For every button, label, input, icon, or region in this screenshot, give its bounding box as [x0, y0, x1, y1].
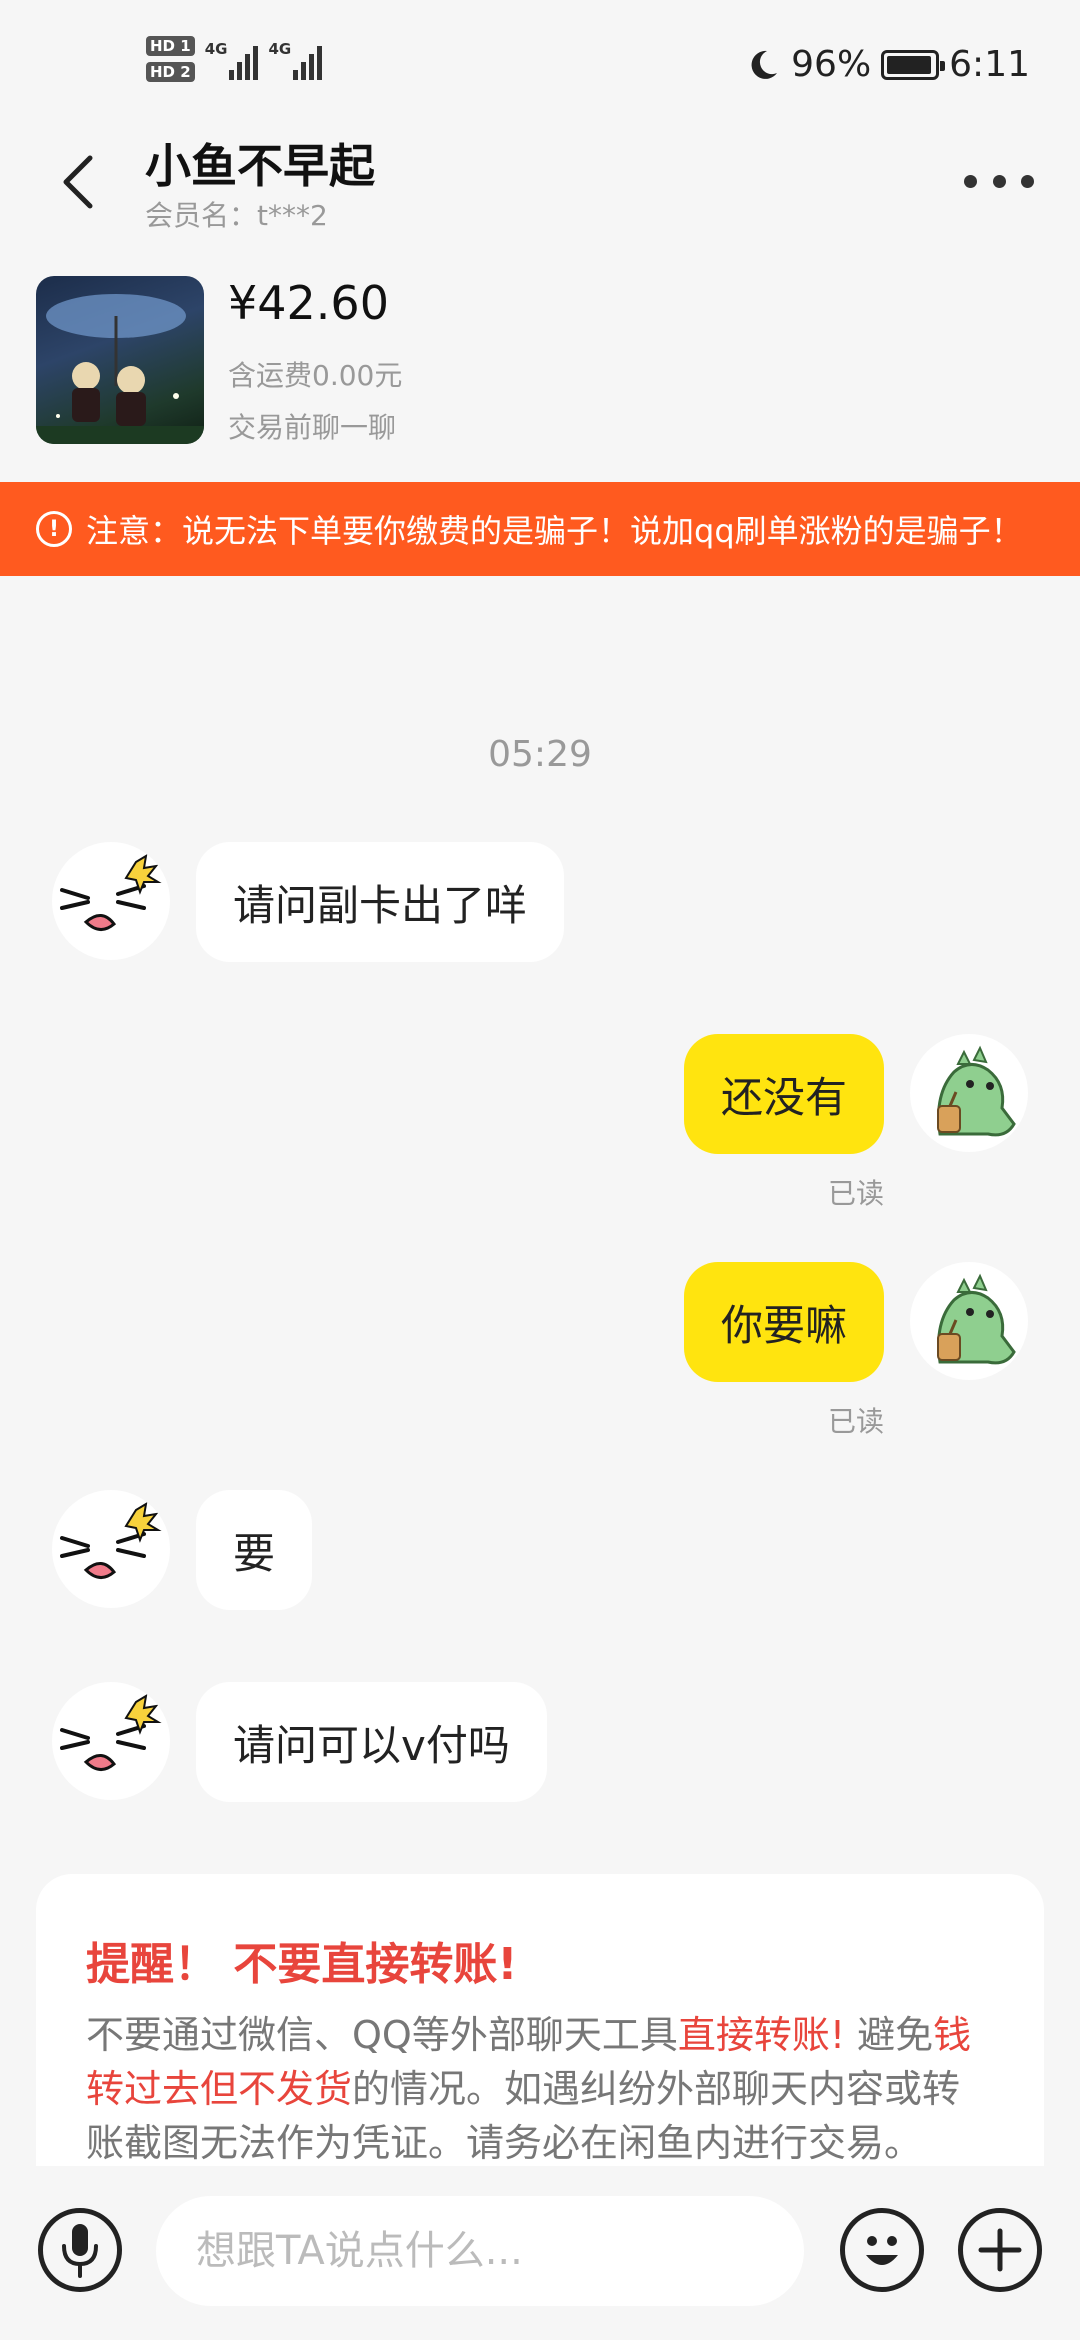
chat-before-trade: 交易前聊一聊 — [228, 411, 397, 444]
alert-icon: ! — [36, 511, 72, 547]
message-bubble-outgoing[interactable]: 你要嘛 — [683, 1262, 884, 1382]
hd-badge-2: HD 2 — [146, 62, 195, 82]
seller-avatar[interactable] — [52, 842, 170, 960]
dinosaur-avatar-icon — [937, 1273, 1016, 1365]
more-options-button[interactable] — [964, 166, 1034, 196]
reminder-body: 不要通过微信、QQ等外部聊天工具直接转账! 避免钱转过去但不发货的情况。如遇纠纷… — [86, 2013, 972, 2165]
battery-icon — [881, 49, 946, 80]
emoji-button[interactable] — [840, 2208, 924, 2292]
my-avatar[interactable] — [910, 1262, 1028, 1380]
signal-icon-2: 4G — [268, 36, 323, 80]
more-dot-icon — [992, 174, 1006, 188]
clock: 6:11 — [949, 44, 1030, 85]
microphone-icon — [62, 2224, 98, 2278]
signal-icon-1: 4G — [205, 36, 259, 80]
read-receipt: 已读 — [827, 1177, 884, 1210]
hd-badge-1: HD 1 — [146, 36, 195, 56]
game-scene-image — [36, 294, 204, 444]
message-bubble-incoming[interactable]: 请问副卡出了咩 — [196, 842, 565, 962]
message-bubble-outgoing[interactable]: 还没有 — [683, 1034, 884, 1154]
seller-avatar[interactable] — [52, 1490, 170, 1608]
message-bubble-incoming[interactable]: 请问可以v付吗 — [196, 1682, 547, 1802]
message-input-bar — [0, 2166, 1080, 2340]
warning-text: 注意：说无法下单要你缴费的是骗子！说加qq刷单涨粉的是骗子！ — [86, 512, 1023, 550]
page-title: 小鱼不早起 — [145, 139, 375, 193]
member-name: 会员名：t***2 — [145, 199, 328, 232]
chevron-left-icon — [63, 155, 93, 209]
chat-timestamp: 05:29 — [488, 734, 592, 775]
dinosaur-avatar-icon — [937, 1045, 1016, 1137]
network-indicators: HD 1 HD 2 4G 4G — [146, 36, 323, 82]
message-input[interactable] — [156, 2196, 804, 2306]
smiley-icon — [866, 2236, 898, 2265]
angry-face-avatar-icon — [60, 1502, 162, 1579]
more-dot-icon — [964, 174, 977, 188]
angry-face-avatar-icon — [60, 1694, 162, 1771]
reminder-title: 提醒！ 不要直接转账! — [86, 1939, 518, 1990]
moon-icon — [751, 50, 778, 79]
read-receipt: 已读 — [827, 1405, 884, 1438]
add-button[interactable] — [958, 2208, 1042, 2292]
status-bar: HD 1 HD 2 4G 4G 96% 6:11 — [0, 0, 1080, 130]
chat-header: 小鱼不早起 会员名：t***2 — [0, 130, 1080, 240]
seller-avatar[interactable] — [52, 1682, 170, 1800]
voice-button[interactable] — [38, 2208, 122, 2292]
shipping-fee: 含运费0.00元 — [228, 359, 403, 392]
transfer-reminder-card: 提醒！ 不要直接转账! 不要通过微信、QQ等外部聊天工具直接转账! 避免钱转过去… — [36, 1874, 1044, 2166]
plus-icon — [978, 2228, 1022, 2272]
message-bubble-incoming[interactable]: 要 — [196, 1490, 313, 1610]
more-dot-icon — [1021, 174, 1034, 188]
product-price: ¥42.60 — [228, 276, 389, 330]
product-thumbnail[interactable] — [36, 276, 204, 444]
angry-face-avatar-icon — [60, 854, 162, 931]
back-button[interactable] — [48, 142, 108, 222]
scam-warning-banner: ! 注意：说无法下单要你缴费的是骗子！说加qq刷单涨粉的是骗子！ — [0, 482, 1080, 576]
my-avatar[interactable] — [910, 1034, 1028, 1152]
product-card[interactable]: ¥42.60 含运费0.00元 交易前聊一聊 — [36, 276, 1036, 446]
battery-percent: 96% — [791, 44, 872, 85]
